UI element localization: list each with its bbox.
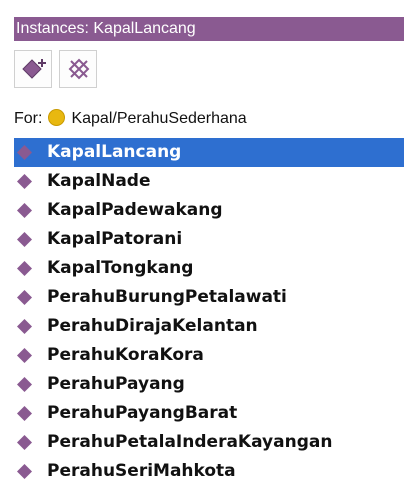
- instance-label: PerahuPayang: [47, 374, 185, 394]
- delete-individual-icon: [68, 58, 90, 80]
- instances-panel: Instances: KapalLancang For: Kapal/Perahu…: [0, 0, 404, 488]
- instance-label: PerahuKoraKora: [47, 345, 204, 365]
- instance-list-item[interactable]: PerahuKoraKora: [14, 341, 404, 370]
- instance-list-item[interactable]: KapalLancang: [14, 138, 404, 167]
- instance-list-item[interactable]: KapalNade: [14, 167, 404, 196]
- individual-diamond-icon: [17, 377, 32, 392]
- individual-diamond-icon: [17, 290, 32, 305]
- instance-list-item[interactable]: PerahuSeriMahkota: [14, 457, 404, 486]
- class-circle-icon: [48, 109, 66, 126]
- for-class-row: For: Kapal/PerahuSederhana: [14, 107, 247, 131]
- instance-label: PerahuPayangBarat: [47, 403, 238, 423]
- instance-list-item[interactable]: PerahuPayang: [14, 370, 404, 399]
- instance-list-item[interactable]: PerahuPayangBarat: [14, 399, 404, 428]
- instance-list-item[interactable]: KapalTongkang: [14, 254, 404, 283]
- delete-instance-button[interactable]: [59, 50, 97, 88]
- instance-label: KapalPatorani: [47, 229, 183, 249]
- instance-label: KapalPadewakang: [47, 200, 223, 220]
- instance-list: KapalLancang KapalNade KapalPadewakang Kapa…: [14, 138, 404, 486]
- add-instance-button[interactable]: [14, 50, 52, 88]
- individual-diamond-icon: [17, 435, 32, 450]
- individual-diamond-icon: [17, 261, 32, 276]
- instance-label: KapalTongkang: [47, 258, 194, 278]
- individual-diamond-icon: [17, 232, 32, 247]
- instance-label: PerahuPetalaInderaKayangan: [47, 432, 333, 452]
- individual-diamond-icon: [17, 464, 32, 479]
- individual-diamond-icon: [17, 174, 32, 189]
- individual-diamond-icon: [17, 145, 32, 160]
- individual-diamond-icon: [17, 319, 32, 334]
- add-individual-icon: [22, 59, 46, 79]
- panel-title: Instances: KapalLancang: [14, 17, 404, 41]
- instance-list-item[interactable]: KapalPadewakang: [14, 196, 404, 225]
- individual-diamond-icon: [17, 203, 32, 218]
- individual-diamond-icon: [17, 406, 32, 421]
- instance-label: PerahuDirajaKelantan: [47, 316, 258, 336]
- instance-list-item[interactable]: PerahuBurungPetalawati: [14, 283, 404, 312]
- instance-label: KapalNade: [47, 171, 151, 191]
- instance-list-item[interactable]: PerahuDirajaKelantan: [14, 312, 404, 341]
- instance-list-item[interactable]: KapalPatorani: [14, 225, 404, 254]
- for-class-name: Kapal/PerahuSederhana: [71, 110, 247, 127]
- instance-label: PerahuBurungPetalawati: [47, 287, 287, 307]
- instance-label: PerahuSeriMahkota: [47, 461, 236, 481]
- instance-label: KapalLancang: [47, 142, 182, 162]
- individual-diamond-icon: [17, 348, 32, 363]
- for-label: For:: [14, 110, 43, 127]
- instance-list-item[interactable]: PerahuPetalaInderaKayangan: [14, 428, 404, 457]
